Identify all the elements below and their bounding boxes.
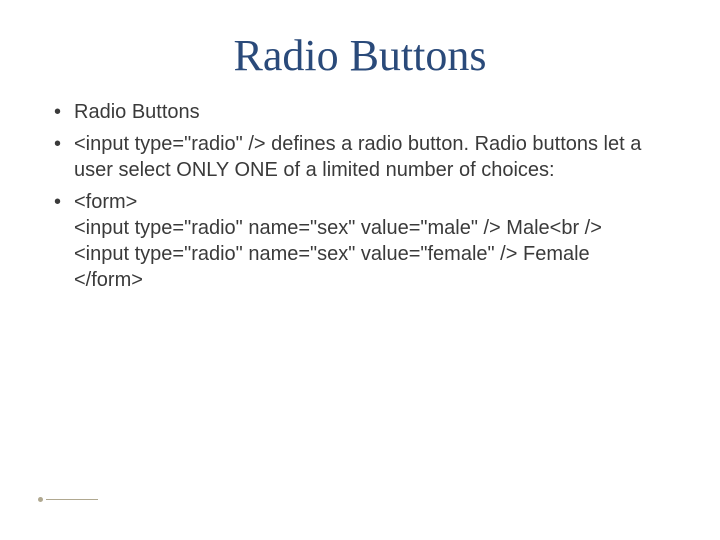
list-item: <input type="radio" /> defines a radio b…: [50, 131, 670, 183]
bullet-text: <input type="radio" /> defines a radio b…: [74, 133, 641, 181]
list-item: <form> <input type="radio" name="sex" va…: [50, 189, 670, 293]
bullet-text: <form> <input type="radio" name="sex" va…: [74, 191, 602, 291]
slide-decoration: [38, 497, 98, 502]
decoration-line-icon: [46, 499, 98, 500]
slide-title: Radio Buttons: [40, 30, 680, 81]
bullet-list: Radio Buttons <input type="radio" /> def…: [40, 99, 680, 293]
list-item: Radio Buttons: [50, 99, 670, 125]
decoration-dot-icon: [38, 497, 43, 502]
bullet-text: Radio Buttons: [74, 101, 200, 123]
slide: Radio Buttons Radio Buttons <input type=…: [0, 0, 720, 540]
